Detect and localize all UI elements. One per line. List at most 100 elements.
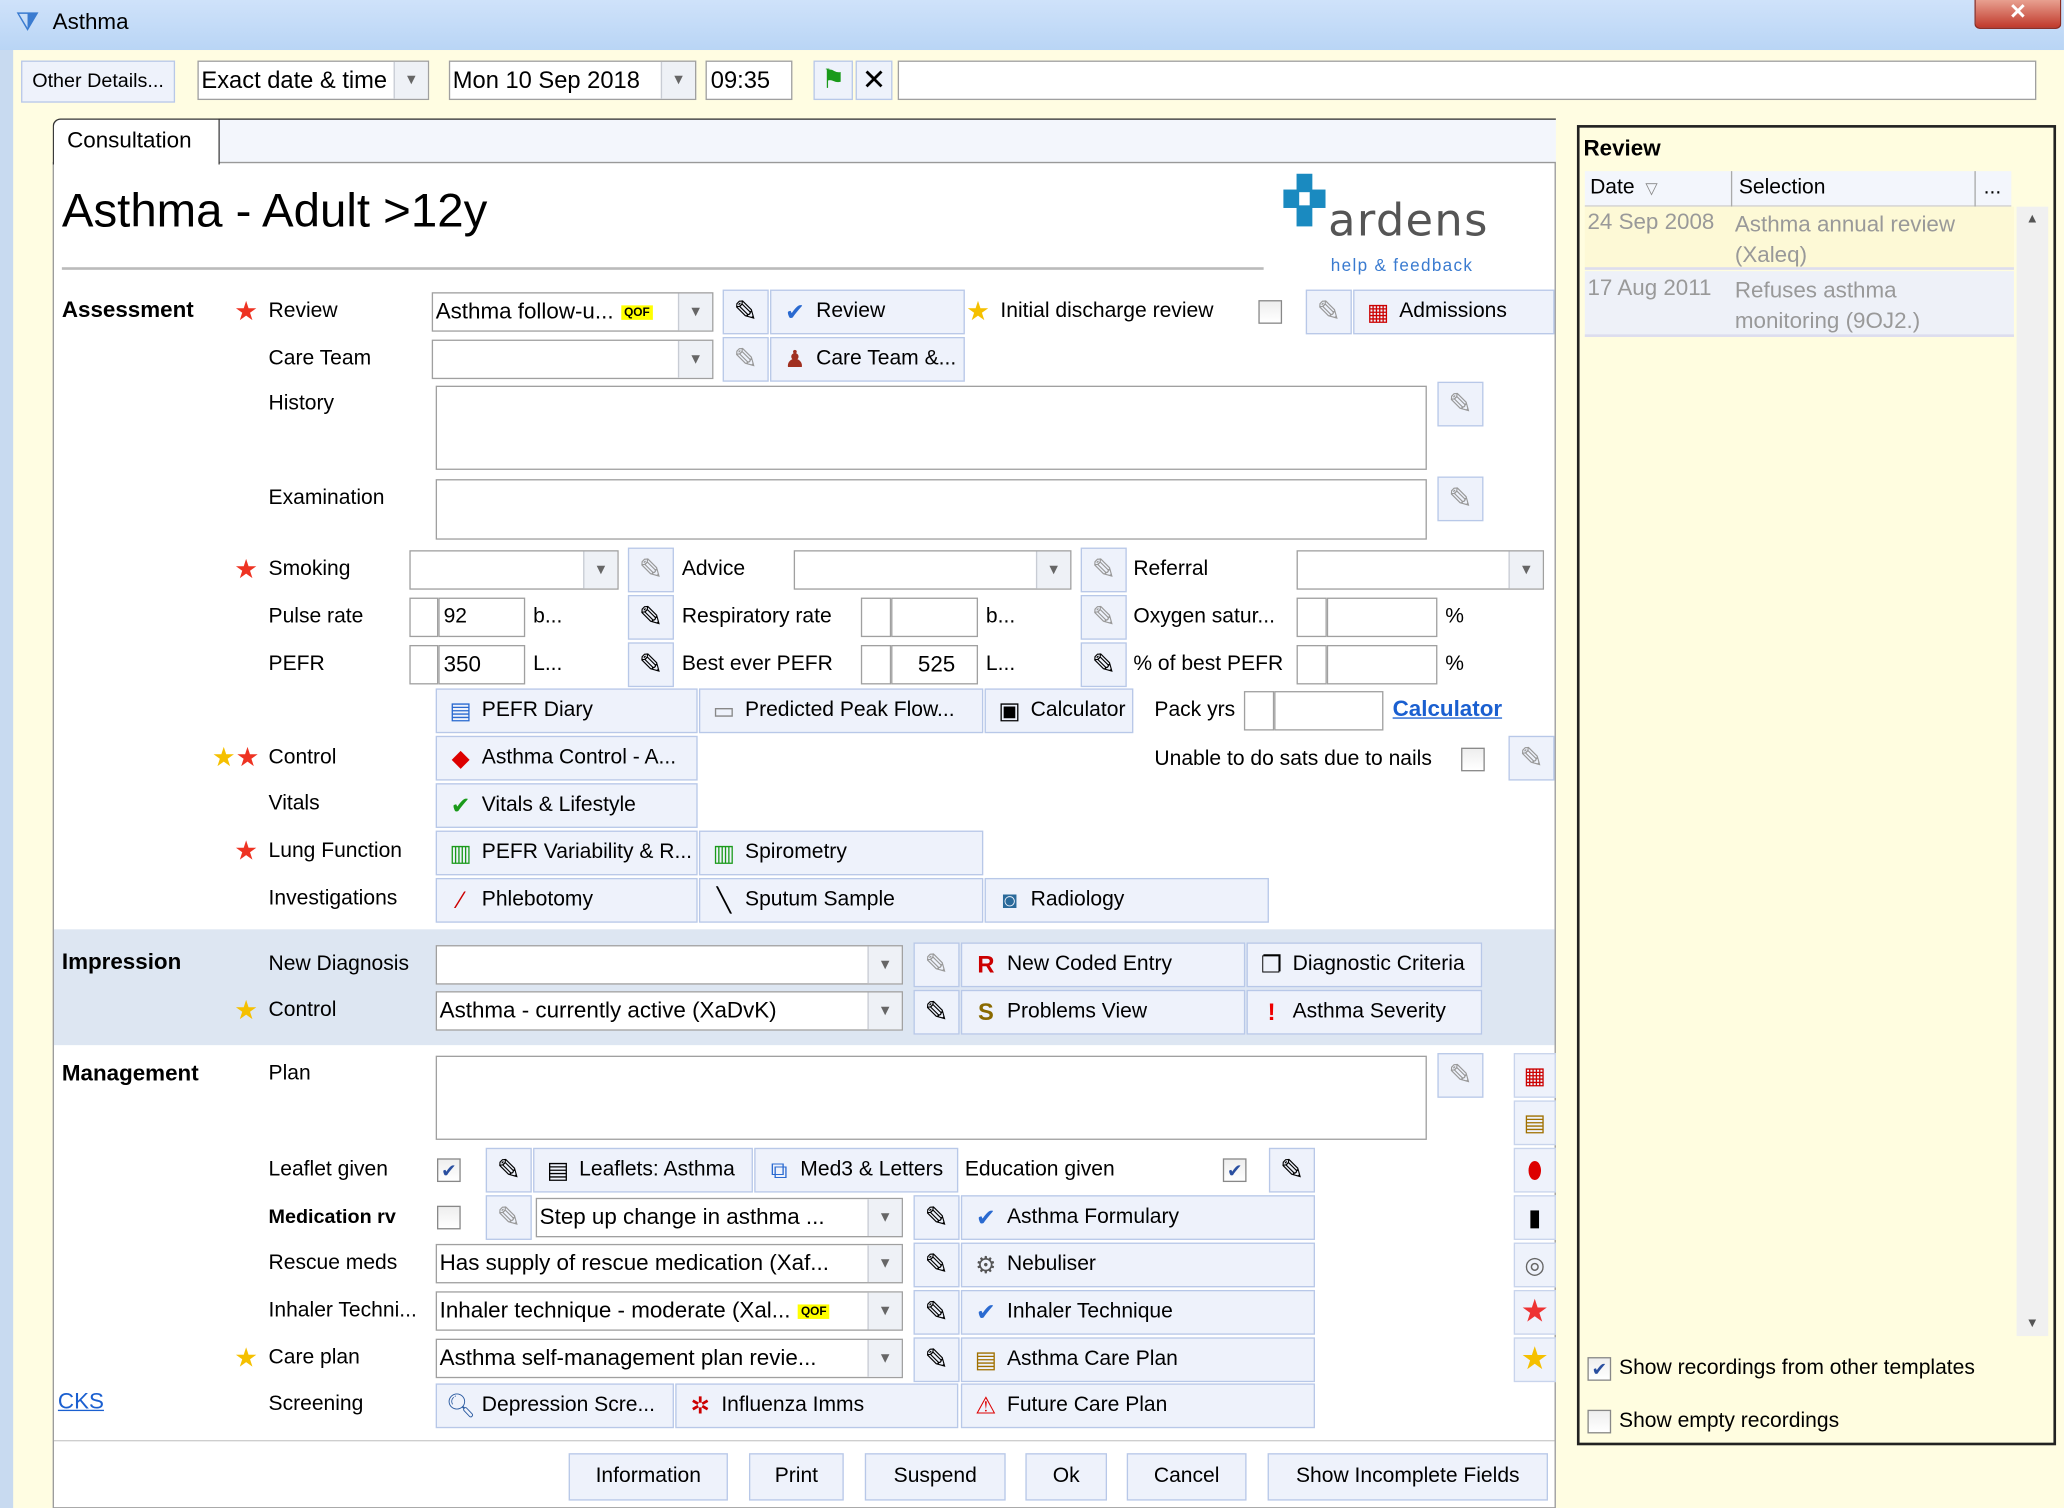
scroll-down-icon[interactable]: ▼ xyxy=(2026,1316,2039,1330)
smoking-edit-button[interactable]: ✎ xyxy=(627,547,674,593)
sputum-button[interactable]: ╲ Sputum Sample xyxy=(698,877,984,923)
admissions-button[interactable]: ▦ Admissions xyxy=(1353,289,1555,335)
review-row[interactable]: 24 Sep 2008 Asthma annual review (Xaleq) xyxy=(1584,206,2014,270)
pct-best-input[interactable] xyxy=(1326,644,1438,685)
examination-edit-button[interactable]: ✎ xyxy=(1437,476,1484,522)
spirometry-button[interactable]: ▥ Spirometry xyxy=(698,830,984,876)
referral-dropdown[interactable]: ▼ xyxy=(1296,550,1545,590)
cks-link[interactable]: CKS xyxy=(58,1389,104,1415)
date-mode-dropdown[interactable]: Exact date & time ▼ xyxy=(197,60,430,101)
suspend-button[interactable]: Suspend xyxy=(864,1453,1006,1501)
history-edit-button[interactable]: ✎ xyxy=(1437,381,1484,427)
initial-discharge-checkbox[interactable] xyxy=(1258,300,1283,324)
advice-edit-button[interactable]: ✎ xyxy=(1080,547,1127,593)
resp-edit-button[interactable]: ✎ xyxy=(1080,594,1127,640)
calculator-button[interactable]: ▣ Calculator xyxy=(984,688,1134,734)
plan-textarea[interactable] xyxy=(435,1055,1427,1140)
care-team-button[interactable]: ♟ Care Team &... xyxy=(770,336,965,382)
care-plan-edit-button[interactable]: ✎ xyxy=(913,1337,960,1383)
care-plan-dropdown[interactable]: Asthma self-management plan revie... ▼ xyxy=(435,1338,903,1379)
impression-control-edit-button[interactable]: ✎ xyxy=(913,989,960,1035)
show-incomplete-button[interactable]: Show Incomplete Fields xyxy=(1267,1453,1548,1501)
advice-dropdown[interactable]: ▼ xyxy=(793,550,1072,590)
future-care-button[interactable]: ⚠ Future Care Plan xyxy=(960,1383,1315,1429)
education-edit-button[interactable]: ✎ xyxy=(1268,1147,1315,1193)
nebuliser-button[interactable]: ⚙ Nebuliser xyxy=(960,1242,1315,1288)
care-team-dropdown[interactable]: ▼ xyxy=(431,339,714,380)
best-pefr-edit-button[interactable]: ✎ xyxy=(1080,642,1127,688)
oxygen-input[interactable] xyxy=(1326,597,1438,638)
pack-yrs-qualifier[interactable] xyxy=(1243,691,1275,731)
free-text-input[interactable] xyxy=(897,60,2037,101)
unable-sats-edit-button[interactable]: ✎ xyxy=(1508,735,1555,781)
review-scrollbar[interactable]: ▲ ▼ xyxy=(2016,206,2049,1337)
calendar-button[interactable]: ▦ xyxy=(1513,1053,1556,1098)
influenza-button[interactable]: ✲ Influenza Imms xyxy=(675,1383,959,1429)
new-diagnosis-dropdown[interactable]: ▼ xyxy=(435,945,903,985)
yellow-star-button[interactable]: ★ xyxy=(1513,1337,1556,1383)
clear-button[interactable]: ✕ xyxy=(855,60,893,101)
calculator-link[interactable]: Calculator xyxy=(1393,696,1502,722)
pulse-qualifier[interactable] xyxy=(409,597,439,638)
pulse-edit-button[interactable]: ✎ xyxy=(627,594,674,640)
inhaler-technique-button[interactable]: ✔ Inhaler Technique xyxy=(960,1289,1315,1335)
care-team-edit-button[interactable]: ✎ xyxy=(722,336,769,382)
asthma-control-button[interactable]: ◆ Asthma Control - A... xyxy=(435,735,698,781)
flag-button[interactable]: ⚑ xyxy=(813,60,853,101)
column-date[interactable]: Date xyxy=(1590,175,1634,201)
education-checkbox[interactable]: ✔ xyxy=(1222,1158,1247,1183)
red-star-button[interactable]: ★ xyxy=(1513,1289,1556,1335)
cancel-button[interactable]: Cancel xyxy=(1126,1453,1247,1501)
problems-view-button[interactable]: S Problems View xyxy=(960,989,1246,1035)
pefr-input[interactable]: 350 xyxy=(438,644,526,685)
resp-qualifier[interactable] xyxy=(860,597,892,638)
pct-best-qualifier[interactable] xyxy=(1296,644,1327,685)
asthma-formulary-button[interactable]: ✔ Asthma Formulary xyxy=(960,1195,1315,1240)
inhaler-dropdown[interactable]: Inhaler technique - moderate (Xal... QOF ▼ xyxy=(435,1291,903,1331)
smoking-dropdown[interactable]: ▼ xyxy=(409,550,619,590)
coins-button[interactable]: ◎ xyxy=(1513,1242,1556,1288)
impression-control-dropdown[interactable]: Asthma - currently active (XaDvK) ▼ xyxy=(435,991,903,1031)
asthma-severity-button[interactable]: ! Asthma Severity xyxy=(1246,989,1483,1035)
history-textarea[interactable] xyxy=(435,385,1427,470)
rescue-edit-button[interactable]: ✎ xyxy=(913,1242,960,1288)
pefr-variability-button[interactable]: ▥ PEFR Variability & R... xyxy=(435,830,698,876)
phlebotomy-button[interactable]: ⁄ Phlebotomy xyxy=(435,877,698,923)
medication-checkbox[interactable] xyxy=(437,1205,461,1230)
filter-icon[interactable]: ▽ xyxy=(1645,175,1657,201)
best-pefr-qualifier[interactable] xyxy=(860,644,892,685)
new-coded-entry-button[interactable]: R New Coded Entry xyxy=(960,942,1246,988)
other-details-button[interactable]: Other Details... xyxy=(21,60,176,103)
depression-button[interactable]: 🔍︎ Depression Scre... xyxy=(435,1383,674,1429)
pack-yrs-input[interactable] xyxy=(1274,691,1384,731)
unable-sats-checkbox[interactable] xyxy=(1461,747,1485,772)
new-diagnosis-edit-button[interactable]: ✎ xyxy=(913,942,960,988)
review-edit-button[interactable]: ✎ xyxy=(722,289,769,335)
resp-input[interactable] xyxy=(891,597,979,638)
pefr-diary-button[interactable]: ▤ PEFR Diary xyxy=(435,688,698,734)
best-pefr-input[interactable]: 525 xyxy=(891,644,979,685)
medication-edit-button[interactable]: ✎ xyxy=(485,1195,532,1240)
ok-button[interactable]: Ok xyxy=(1025,1453,1108,1501)
leaflet-edit-button[interactable]: ✎ xyxy=(485,1147,532,1193)
medication-dropdown[interactable]: Step up change in asthma ... ▼ xyxy=(535,1197,903,1238)
show-other-templates-checkbox[interactable]: ✔ xyxy=(1587,1357,1612,1381)
discharge-edit-button[interactable]: ✎ xyxy=(1305,289,1352,335)
review-dropdown[interactable]: Asthma follow-u... QOF ▼ xyxy=(431,292,714,332)
pulse-input[interactable]: 92 xyxy=(438,597,526,638)
review-row[interactable]: 17 Aug 2011 Refuses asthma monitoring (9… xyxy=(1584,271,2014,337)
time-input[interactable]: 09:35 xyxy=(705,60,793,101)
help-feedback-link[interactable]: help & feedback xyxy=(1331,255,1473,275)
plan-edit-button[interactable]: ✎ xyxy=(1437,1053,1484,1098)
examination-textarea[interactable] xyxy=(435,479,1427,540)
scroll-up-icon[interactable]: ▲ xyxy=(2026,212,2039,226)
diagnostic-criteria-button[interactable]: ❐ Diagnostic Criteria xyxy=(1246,942,1483,988)
radiology-button[interactable]: ◙ Radiology xyxy=(984,877,1269,923)
vitals-button[interactable]: ✔ Vitals & Lifestyle xyxy=(435,783,698,828)
medication-value-edit-button[interactable]: ✎ xyxy=(913,1195,960,1240)
inhaler-edit-button[interactable]: ✎ xyxy=(913,1289,960,1335)
column-selection[interactable]: Selection xyxy=(1739,175,1826,201)
predicted-peak-button[interactable]: ▭ Predicted Peak Flow... xyxy=(698,688,984,734)
asthma-care-plan-button[interactable]: ▤ Asthma Care Plan xyxy=(960,1337,1315,1383)
pefr-qualifier[interactable] xyxy=(409,644,439,685)
